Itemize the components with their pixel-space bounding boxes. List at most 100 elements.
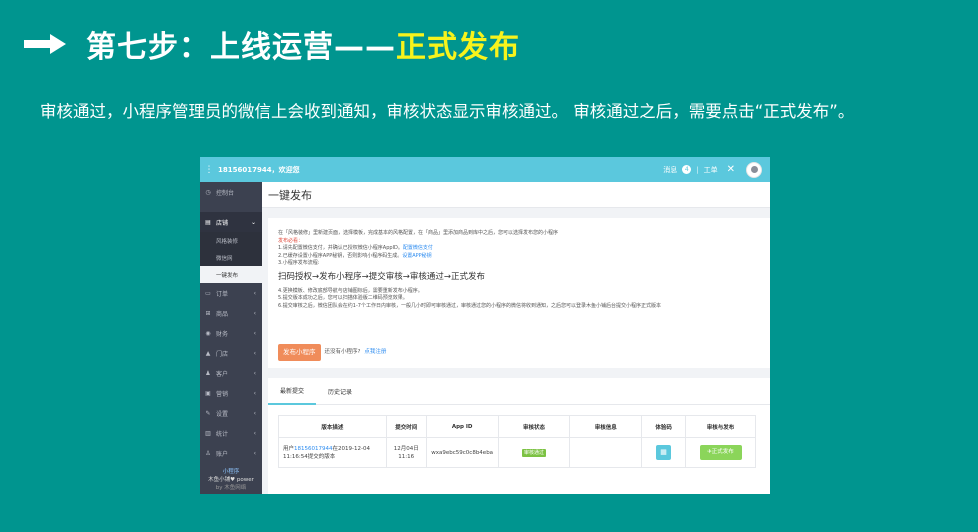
sidebar-item-store[interactable]: ▤ 店铺 ⌄ [200,212,262,232]
sidebar-subitem-publish[interactable]: 一键发布 [200,266,262,283]
submit-date: 12月04日 [393,445,419,452]
avatar[interactable] [746,161,762,178]
desc-text: 用户 [283,445,295,452]
sidebar-item-finance[interactable]: ◉ 财务 ‹ [200,323,262,343]
sidebar-item-products[interactable]: ⊞ 商品 ‹ [200,303,262,323]
chevron-left-icon: ‹ [253,449,256,457]
sidebar-item-label: 财务 [216,330,229,338]
sidebar-item-orders[interactable]: ▭ 订单 ‹ [200,283,262,303]
slide-title: 第七步：上线运营—— 正式发布 [24,22,520,66]
publish-miniprogram-button[interactable]: 发布小程序 [278,344,321,361]
page-title: 一键发布 [262,182,770,208]
chevron-left-icon: ‹ [253,329,256,337]
sidebar-item-marketing[interactable]: ▣ 营销 ‹ [200,383,262,403]
store-icon: ▤ [205,218,211,226]
submit-time: 12月04日 11:16 [385,437,427,468]
notice-5: 5.提交版本成功之后，您可以扫描体验版二维码预览效果。 [278,295,408,301]
publish-flow: 扫码授权→发布小程序→提交审核→审核通过→正式发布 [278,271,485,282]
close-icon[interactable]: ✕ [727,164,735,175]
top-bar: ⋮ 18156017944，欢迎您 消息 4 | 工单 ✕ [200,157,770,182]
sidebar-item-label: 店铺 [216,219,229,227]
message-count-badge: 4 [682,165,692,174]
submission-table: 版本描述 提交时间 App ID 审核状态 审核信息 体验码 审核与发布 用户1… [278,415,756,468]
chevron-left-icon: ‹ [253,429,256,437]
release-button[interactable]: ✈正式发布 [699,445,742,460]
release-cell: ✈正式发布 [685,437,756,468]
register-link[interactable]: 点我注册 [364,349,386,357]
sidebar-item-dashboard[interactable]: ◷ 控制台 [200,182,262,202]
app-secret-link[interactable]: 设置APP秘钥 [402,253,431,259]
stores-icon: ▲ [205,349,211,357]
sidebar-item-label: 门店 [216,350,229,358]
account-link[interactable]: 18156017944 [294,446,333,452]
chevron-down-icon: ⌄ [250,218,256,226]
table-row: 用户18156017944在2019-12-04 11:16:54提交的版本 1… [278,437,756,468]
sidebar-item-label: 商品 [216,310,229,318]
notice-text: 1.请先配置微信支付，并确认已授权微信小程序AppID。 [278,245,403,251]
no-miniprogram-text: 还没有小程序? [324,348,361,355]
customers-icon: ♟ [205,369,211,377]
notice-text: 2.已缓存设置小程序APP秘钥，否则影响小程序码生成。 [278,252,403,259]
settings-icon: ✎ [205,409,211,417]
sidebar-item-label: 客户 [216,370,229,378]
column-header: 审核状态 [497,415,571,438]
column-header: 版本描述 [278,415,387,438]
tab-history[interactable]: 历史记录 [316,378,364,405]
sidebar-item-label: 订单 [216,290,229,298]
status-badge: 审核通过 [522,448,547,457]
tab-latest[interactable]: 最新提交 [268,378,317,405]
slide-title-highlight: 正式发布 [396,30,520,65]
footer-line: 小程序 [222,469,240,475]
footer-line: 木鱼小铺♥ power [208,477,254,483]
wechat-pay-link[interactable]: 配置微信支付 [403,245,433,251]
review-info [569,437,643,468]
app-id: wxa9ebc59c0c8b4eba [425,437,499,468]
ticket-link[interactable]: 工单 [704,165,718,175]
sidebar-subitem-wechat[interactable]: 微信网 [200,249,262,266]
sidebar-item-label: 账户 [216,450,229,458]
qr-code-icon[interactable]: ▦ [656,445,672,460]
main-content: 一键发布 在「风格装修」里新建页面，选择模板，完成基本的风格配置，在「商品」里添… [262,182,770,494]
marketing-icon: ▣ [205,389,211,397]
submission-card: 最新提交 历史记录 版本描述 提交时间 App ID 审核状态 审核信息 体验码… [268,378,770,494]
chevron-left-icon: ‹ [253,289,256,297]
sidebar-item-label: 统计 [216,430,229,438]
messages-link[interactable]: 消息 [663,165,677,175]
version-description: 用户18156017944在2019-12-04 11:16:54提交的版本 [278,437,387,468]
menu-icon[interactable]: ⋮ [200,165,218,175]
column-header: 审核与发布 [685,415,756,438]
sidebar-item-account[interactable]: ♙ 账户 ‹ [200,443,262,463]
review-status-cell: 审核通过 [497,437,571,468]
products-icon: ⊞ [205,309,211,317]
arrow-right-icon [24,34,68,54]
slide-title-text: 第七步：上线运营—— [86,30,396,65]
notice-step-1: 1.请先配置微信支付，并确认已授权微信小程序AppID。配置微信支付 [278,245,760,253]
chevron-left-icon: ‹ [253,309,256,317]
experience-code-cell: ▦ [641,437,687,468]
footer-line: by 木鱼网络 [215,485,247,491]
sidebar-item-customers[interactable]: ♟ 客户 ‹ [200,363,262,383]
chevron-left-icon: ‹ [253,369,256,377]
admin-screenshot: ⋮ 18156017944，欢迎您 消息 4 | 工单 ✕ ◷ 控制台 ▤ 店铺… [200,157,770,494]
column-header: 提交时间 [385,415,427,438]
notice-step-3: 3.小程序发布流程: [278,260,320,266]
store-submenu: 风格装修 微信网 一键发布 [200,232,262,283]
sidebar-item-settings[interactable]: ✎ 设置 ‹ [200,403,262,423]
notice-4: 4.更换模板、修改底部导航与店铺图标后，需要重新发布小程序。 [278,287,423,294]
dashboard-icon: ◷ [205,188,211,196]
publish-notice-card: 在「风格装修」里新建页面，选择模板，完成基本的风格配置，在「商品」里添加商品到库… [268,218,770,368]
divider: | [696,165,699,174]
statistics-icon: ▥ [205,429,211,437]
orders-icon: ▭ [205,289,211,297]
column-header: 体验码 [641,415,687,438]
sidebar-item-label: 控制台 [216,189,235,197]
sidebar-item-stores[interactable]: ▲ 门店 ‹ [200,343,262,363]
slide-description: 审核通过，小程序管理员的微信上会收到通知，审核状态显示审核通过。 审核通过之后，… [40,102,855,121]
chevron-left-icon: ‹ [253,409,256,417]
notice-6: 6.提交审核之后，微信团队会在约1-7个工作日内审核，一般几小时即可审核通过，审… [278,302,661,309]
notice-step-2: 2.已缓存设置小程序APP秘钥，否则影响小程序码生成。设置APP秘钥 [278,253,760,261]
sidebar-subitem-style[interactable]: 风格装修 [200,232,262,249]
submit-clock: 11:16 [398,453,415,460]
sidebar-item-statistics[interactable]: ▥ 统计 ‹ [200,423,262,443]
sidebar-item-label: 营销 [216,390,229,398]
